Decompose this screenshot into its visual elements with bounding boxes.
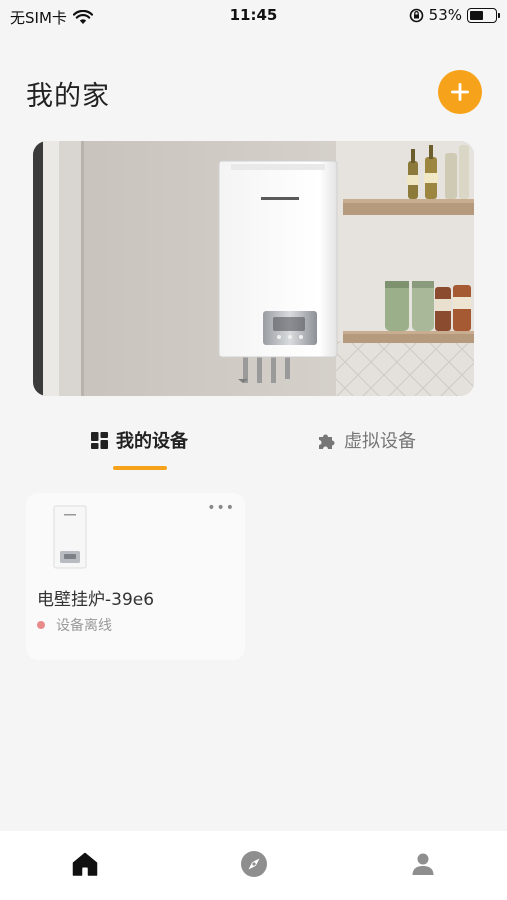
app-screen: 无SIM卡 11:45 53% 我的家 我的设备 虚拟设备 ••• 电壁挂炉-3… — [0, 0, 507, 900]
page-title: 我的家 — [26, 81, 110, 112]
battery-percent: 53% — [428, 6, 462, 24]
offline-status-dot — [37, 621, 45, 629]
bottom-nav — [0, 831, 507, 900]
active-tab-indicator — [113, 466, 167, 470]
battery-level — [470, 10, 483, 20]
device-name: 电壁挂炉-39e6 — [37, 590, 155, 610]
boiler-kitchen-illustration — [33, 141, 474, 396]
grid-icon — [91, 431, 108, 449]
add-device-button[interactable] — [438, 70, 482, 114]
home-icon — [72, 852, 98, 876]
banner-image — [33, 141, 474, 396]
tab-my-devices-label: 我的设备 — [116, 431, 188, 452]
plus-icon — [451, 83, 469, 101]
device-card[interactable]: ••• 电壁挂炉-39e6 设备离线 — [26, 493, 245, 660]
puzzle-icon — [319, 434, 335, 449]
tab-virtual-devices[interactable]: 虚拟设备 — [317, 426, 416, 454]
battery-icon — [467, 7, 500, 23]
boiler-thumbnail — [53, 505, 87, 569]
status-right: 53% — [409, 6, 500, 24]
user-icon — [412, 853, 434, 875]
orientation-lock-icon — [409, 8, 423, 22]
nav-home[interactable] — [70, 849, 100, 879]
status-bar: 无SIM卡 11:45 53% — [0, 0, 507, 32]
compass-icon — [241, 851, 267, 877]
tab-virtual-devices-label: 虚拟设备 — [344, 431, 416, 452]
device-status: 设备离线 — [37, 615, 112, 635]
more-icon[interactable]: ••• — [207, 501, 235, 515]
nav-discover[interactable] — [239, 849, 269, 879]
nav-profile[interactable] — [408, 849, 438, 879]
tab-my-devices[interactable]: 我的设备 — [91, 426, 188, 454]
device-status-text: 设备离线 — [56, 618, 112, 634]
